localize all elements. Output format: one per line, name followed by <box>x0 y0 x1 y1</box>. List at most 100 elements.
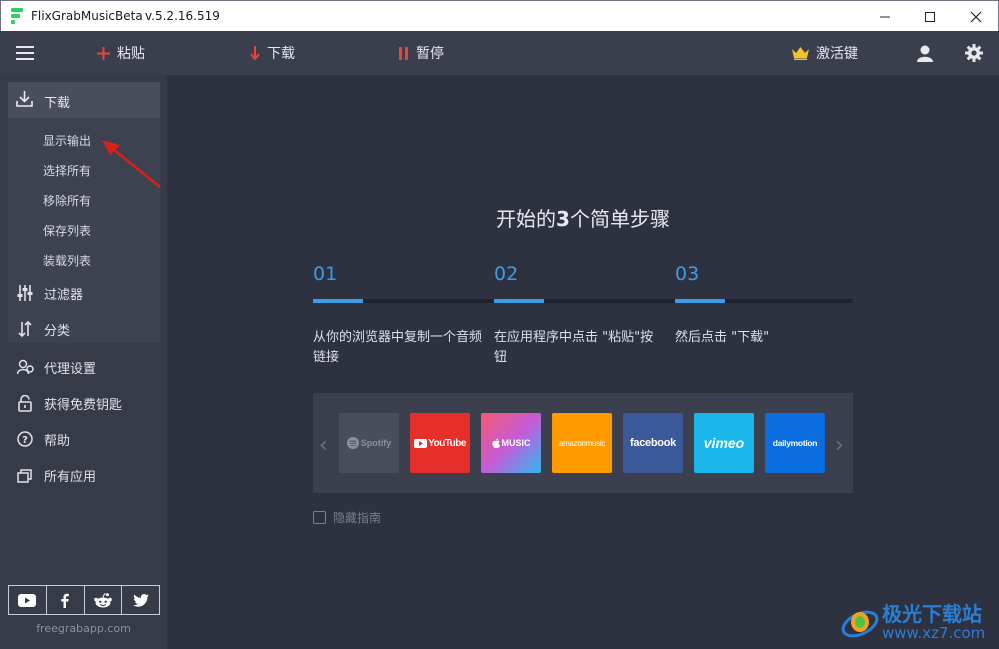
service-apple-music[interactable]: MUSIC <box>481 413 541 473</box>
activate-button[interactable]: 激活键 <box>792 31 858 75</box>
facebook-icon <box>61 593 69 608</box>
step-1-text: 从你的浏览器中复制一个音频链接 <box>313 330 483 365</box>
minimize-button[interactable] <box>862 1 908 32</box>
sidebar-subitem-show-output[interactable]: 显示输出 <box>43 132 91 149</box>
step-3-progress <box>675 299 725 303</box>
sort-icon <box>16 320 34 338</box>
annotation-arrow-icon <box>102 140 161 188</box>
sidebar-filters-label: 过滤器 <box>44 287 84 303</box>
sidebar-item-free-key[interactable]: 获得免费钥匙 <box>16 391 122 415</box>
sidebar-item-filters[interactable]: 过滤器 <box>16 281 83 305</box>
sidebar-proxy-label: 代理设置 <box>44 361 97 377</box>
hide-guide-checkbox[interactable]: 隐藏指南 <box>313 509 381 526</box>
menu-button[interactable] <box>16 31 34 75</box>
steps-title-number: 3 <box>556 207 570 231</box>
download-tray-icon <box>16 91 33 107</box>
main-panel: 开始的3个简单步骤 01 02 03 从你的浏览器中复制一个音频链接 在应用程序… <box>167 75 999 649</box>
service-facebook[interactable]: facebook <box>623 413 683 473</box>
step-2-number: 02 <box>494 263 519 285</box>
close-icon <box>970 11 982 22</box>
watermark-logo-icon <box>841 610 879 638</box>
download-button[interactable]: 下载 <box>250 31 295 75</box>
service-dailymotion-label: dailymotion <box>772 438 818 448</box>
sidebar-download-label: 下载 <box>44 96 71 111</box>
step-1-progress <box>313 299 363 303</box>
app-title: FlixGrabMusicBeta <box>31 9 143 23</box>
twitter-icon <box>132 593 149 607</box>
twitter-link[interactable] <box>122 586 159 614</box>
settings-button[interactable] <box>965 31 983 75</box>
hide-guide-label: 隐藏指南 <box>333 511 382 525</box>
service-facebook-label: facebook <box>630 437 676 449</box>
paste-label: 粘贴 <box>117 46 145 62</box>
maximize-icon <box>925 11 935 22</box>
service-youtube[interactable]: YouTube <box>410 413 470 473</box>
sidebar-subitem-load-list[interactable]: 装载列表 <box>43 252 91 269</box>
crown-icon <box>792 46 809 60</box>
service-youtube-label: YouTube <box>428 437 466 449</box>
sidebar-item-help[interactable]: ? 帮助 <box>16 427 70 451</box>
steps-title-suffix: 个简单步骤 <box>569 207 670 231</box>
sidebar-free-key-label: 获得免费钥匙 <box>44 397 123 413</box>
carousel-prev-icon[interactable]: ‹ <box>319 433 328 458</box>
youtube-play-icon <box>414 438 428 448</box>
account-button[interactable] <box>917 31 933 75</box>
service-amazon-music-label: amazonmusic <box>558 438 606 448</box>
activate-label: 激活键 <box>816 46 858 62</box>
sliders-icon <box>16 284 34 302</box>
step-1-number: 01 <box>313 263 338 285</box>
steps-title: 开始的3个简单步骤 <box>167 203 999 232</box>
watermark-line2: www.xz7.com <box>882 624 986 642</box>
pause-label: 暂停 <box>416 46 444 62</box>
sidebar-subitem-select-all[interactable]: 选择所有 <box>43 162 91 179</box>
sidebar-subitem-remove-all[interactable]: 移除所有 <box>43 192 91 209</box>
service-vimeo[interactable]: vimeo <box>694 413 754 473</box>
sidebar-subitem-save-list[interactable]: 保存列表 <box>43 222 91 239</box>
app-version: v.5.2.16.519 <box>145 9 220 23</box>
youtube-link[interactable] <box>9 586 47 614</box>
gear-icon <box>965 44 983 62</box>
site-url[interactable]: freegrabapp.com <box>0 622 167 635</box>
apps-icon <box>16 466 34 484</box>
unlock-icon <box>16 394 34 412</box>
sidebar-item-proxy[interactable]: 代理设置 <box>16 355 96 379</box>
facebook-link[interactable] <box>47 586 85 614</box>
step-3-text: 然后点击 "下载" <box>675 330 770 345</box>
close-button[interactable] <box>953 1 999 32</box>
sidebar-item-all-apps[interactable]: 所有应用 <box>16 463 96 487</box>
youtube-icon <box>18 593 37 607</box>
proxy-icon <box>16 358 34 376</box>
download-label: 下载 <box>267 46 295 62</box>
help-icon: ? <box>16 430 34 448</box>
services-carousel: ‹ Spotify YouTube MUSIC amazonmusic face… <box>313 393 853 493</box>
service-spotify-label: Spotify <box>360 438 392 448</box>
sidebar-item-download[interactable]: 下载 <box>8 82 160 118</box>
window-titlebar: FlixGrabMusicBeta v.5.2.16.519 <box>0 0 999 31</box>
sidebar-item-sort[interactable]: 分类 <box>16 317 70 341</box>
svg-text:?: ? <box>22 435 28 446</box>
pause-icon <box>399 46 408 60</box>
sidebar-help-label: 帮助 <box>44 433 71 449</box>
service-vimeo-label: vimeo <box>703 435 745 451</box>
spotify-icon <box>346 437 359 449</box>
plus-icon <box>97 46 110 60</box>
pause-button[interactable]: 暂停 <box>399 31 444 75</box>
toolbar: 粘贴 下载 暂停 激活键 <box>0 31 999 75</box>
service-spotify[interactable]: Spotify <box>339 413 399 473</box>
maximize-button[interactable] <box>907 1 953 32</box>
watermark-line1: 极光下载站 <box>882 602 982 626</box>
paste-button[interactable]: 粘贴 <box>97 31 145 75</box>
step-2-progress <box>494 299 544 303</box>
carousel-next-icon[interactable]: › <box>835 433 844 458</box>
steps-track <box>313 299 853 303</box>
service-dailymotion[interactable]: dailymotion <box>765 413 825 473</box>
reddit-link[interactable] <box>85 586 123 614</box>
hamburger-icon <box>16 46 34 60</box>
checkbox-box[interactable] <box>313 511 326 524</box>
service-amazon-music[interactable]: amazonmusic <box>552 413 612 473</box>
sidebar-sort-label: 分类 <box>44 323 71 339</box>
steps-title-prefix: 开始的 <box>496 207 557 231</box>
reddit-icon <box>94 592 112 607</box>
step-3-number: 03 <box>675 263 700 285</box>
minimize-icon <box>880 16 890 17</box>
